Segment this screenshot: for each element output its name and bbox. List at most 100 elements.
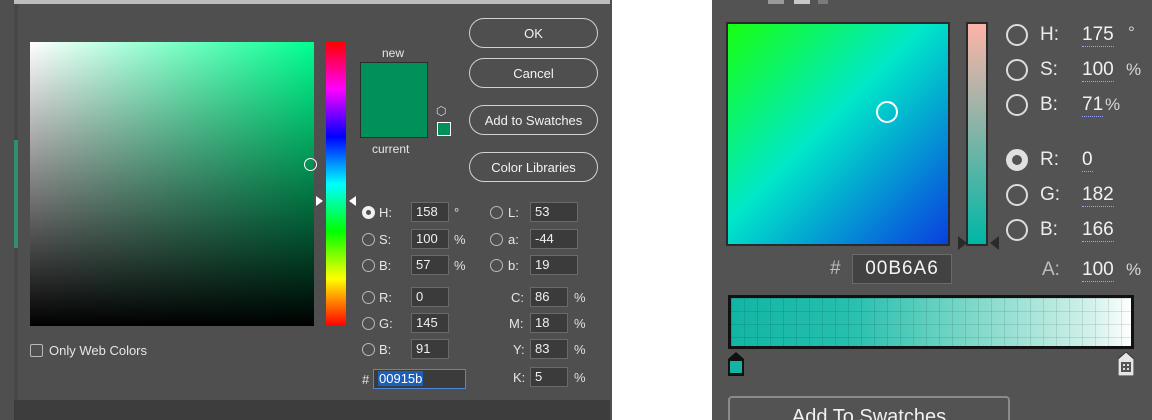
web-safe-swatch-icon[interactable]: [437, 122, 451, 136]
blue-radio[interactable]: [1006, 219, 1028, 241]
red-field[interactable]: 0: [411, 287, 449, 307]
black-field[interactable]: 5: [530, 367, 568, 387]
slider-right-arrow-icon[interactable]: [990, 236, 999, 250]
lab-b-radio[interactable]: [490, 259, 503, 272]
blue-field[interactable]: 91: [411, 339, 449, 359]
brightness-radio[interactable]: [362, 259, 375, 272]
saturation-radio[interactable]: [362, 233, 375, 246]
color-field-gradient: [728, 24, 948, 244]
green-value[interactable]: 182: [1082, 184, 1114, 207]
ramp-start-stop-icon[interactable]: [728, 352, 744, 376]
current-color-label: current: [372, 142, 410, 156]
green-label: G:: [1040, 184, 1061, 205]
yellow-field[interactable]: 83: [530, 339, 568, 359]
ramp-end-stop-icon[interactable]: [1118, 352, 1134, 376]
hue-unit: °: [454, 205, 460, 220]
hue-slider[interactable]: [326, 42, 346, 326]
blue-label: B:: [379, 342, 392, 357]
hue-value[interactable]: 175: [1082, 24, 1114, 47]
cyan-label: C:: [511, 290, 524, 305]
color-picker-ring-icon[interactable]: [304, 158, 317, 171]
brightness-field[interactable]: 57: [411, 255, 449, 275]
red-value[interactable]: 0: [1082, 149, 1093, 172]
lab-b-label: b:: [508, 258, 519, 273]
lab-l-field[interactable]: 53: [530, 202, 578, 222]
hue-label: H:: [379, 205, 392, 220]
saturation-field[interactable]: 100: [411, 229, 449, 249]
color-libraries-button[interactable]: Color Libraries: [469, 152, 598, 182]
lab-a-label: a:: [508, 232, 519, 247]
hue-slider-right-arrow-icon[interactable]: [349, 196, 356, 206]
brightness-label: B:: [1040, 94, 1058, 115]
blue-label: B:: [1040, 219, 1058, 240]
hue-field[interactable]: 158: [411, 202, 449, 222]
lab-a-field[interactable]: -44: [530, 229, 578, 249]
tint-ramp[interactable]: [728, 295, 1134, 349]
hue-radio[interactable]: [1006, 24, 1028, 46]
color-picker-ring-icon[interactable]: [876, 101, 898, 123]
current-color-swatch[interactable]: [360, 100, 428, 138]
saturation-radio[interactable]: [1006, 59, 1028, 81]
green-label: G:: [379, 316, 393, 331]
black-label: K:: [513, 370, 526, 385]
blue-value[interactable]: 166: [1082, 219, 1114, 242]
hue-unit: °: [1128, 23, 1135, 42]
yellow-label: Y:: [513, 342, 525, 357]
green-radio[interactable]: [362, 317, 375, 330]
lab-l-radio[interactable]: [490, 206, 503, 219]
toolbar-icon-1[interactable]: [768, 0, 784, 4]
add-to-swatches-button[interactable]: Add to Swatches: [469, 105, 598, 135]
hex-value: 00915b: [378, 371, 424, 386]
color-slider[interactable]: [966, 22, 988, 246]
hue-label: H:: [1040, 24, 1059, 45]
alpha-label: A:: [1042, 259, 1060, 280]
new-color-swatch: [360, 62, 428, 100]
saturation-unit: %: [454, 232, 466, 247]
blue-radio[interactable]: [362, 343, 375, 356]
hex-field[interactable]: 00B6A6: [852, 254, 952, 284]
hue-radio[interactable]: [362, 206, 375, 219]
hex-field[interactable]: 00915b: [373, 369, 466, 389]
red-label: R:: [1040, 149, 1059, 170]
dialog-footer: [14, 400, 610, 420]
hex-prefix: #: [830, 258, 841, 279]
only-web-colors-checkbox[interactable]: [30, 344, 43, 357]
hue-slider-left-arrow-icon[interactable]: [316, 196, 323, 206]
gamut-cube-icon[interactable]: ⬡: [436, 104, 446, 118]
saturation-label: S:: [379, 232, 392, 247]
magenta-label: M:: [509, 316, 524, 331]
add-to-swatches-button[interactable]: Add To Swatches: [728, 396, 1010, 420]
saturation-unit: %: [1126, 60, 1142, 79]
red-label: R:: [379, 290, 392, 305]
yellow-unit: %: [574, 342, 586, 357]
ok-button[interactable]: OK: [469, 18, 598, 48]
slider-left-arrow-icon[interactable]: [958, 236, 967, 250]
black-unit: %: [574, 370, 586, 385]
saturation-value[interactable]: 100: [1082, 59, 1114, 82]
alpha-value[interactable]: 100: [1082, 259, 1114, 282]
magenta-unit: %: [574, 316, 586, 331]
cancel-button[interactable]: Cancel: [469, 58, 598, 88]
brightness-value[interactable]: 71: [1082, 94, 1104, 117]
red-radio[interactable]: [362, 291, 375, 304]
brightness-unit: %: [1105, 95, 1121, 114]
magenta-field[interactable]: 18: [530, 313, 568, 333]
toolbar-icon-2[interactable]: [794, 0, 810, 4]
cyan-field[interactable]: 86: [530, 287, 568, 307]
illustrator-color-picker: H: 175 ° S: 100 % B: 71 % R: 0 G: 182 B:…: [712, 0, 1152, 420]
photoshop-color-picker: new current ⬡ OK Cancel Add to Swatches …: [0, 0, 612, 420]
cyan-unit: %: [574, 290, 586, 305]
lab-a-radio[interactable]: [490, 233, 503, 246]
lab-b-field[interactable]: 19: [530, 255, 578, 275]
dialog-title-bar: [14, 0, 610, 4]
green-radio[interactable]: [1006, 184, 1028, 206]
red-radio[interactable]: [1006, 149, 1028, 171]
color-field[interactable]: [726, 22, 950, 246]
window-edge-accent: [14, 140, 18, 248]
alpha-unit: %: [1126, 260, 1142, 279]
green-field[interactable]: 145: [411, 313, 449, 333]
brightness-radio[interactable]: [1006, 94, 1028, 116]
brightness-label: B:: [379, 258, 392, 273]
toolbar-icon-3[interactable]: [818, 0, 828, 4]
saturation-brightness-field[interactable]: [30, 42, 314, 326]
